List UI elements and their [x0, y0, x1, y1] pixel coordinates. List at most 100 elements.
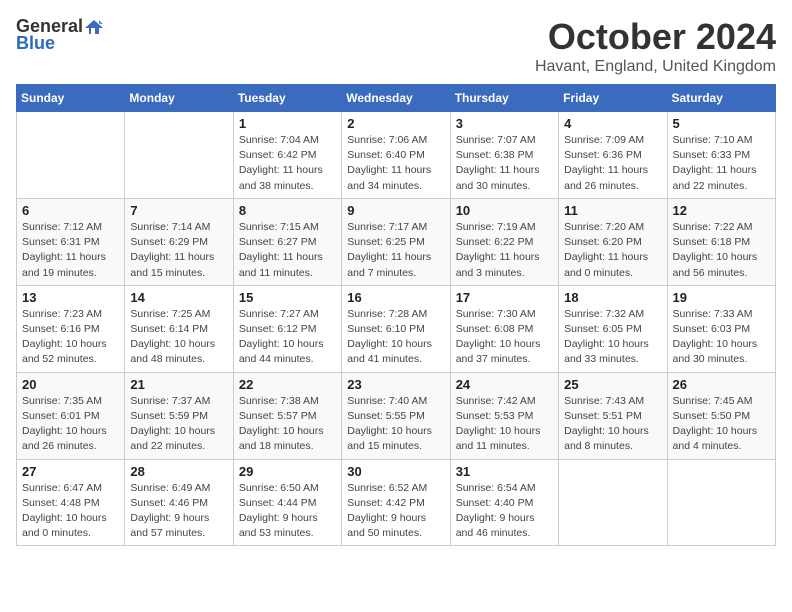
day-info: Sunrise: 7:37 AMSunset: 5:59 PMDaylight:…: [130, 394, 227, 455]
header-saturday: Saturday: [667, 85, 775, 112]
day-number: 21: [130, 377, 227, 392]
day-number: 14: [130, 290, 227, 305]
day-number: 29: [239, 464, 336, 479]
calendar-cell: [559, 459, 667, 546]
day-number: 8: [239, 203, 336, 218]
calendar-cell: 9 Sunrise: 7:17 AMSunset: 6:25 PMDaylight…: [342, 198, 450, 285]
day-info: Sunrise: 7:07 AMSunset: 6:38 PMDaylight:…: [456, 133, 553, 194]
calendar-week-row: 1 Sunrise: 7:04 AMSunset: 6:42 PMDaylight…: [17, 112, 776, 199]
title-area: October 2024 Havant, England, United Kin…: [535, 16, 776, 76]
location-title: Havant, England, United Kingdom: [535, 58, 776, 76]
day-number: 7: [130, 203, 227, 218]
calendar-cell: 7 Sunrise: 7:14 AMSunset: 6:29 PMDaylight…: [125, 198, 233, 285]
day-number: 3: [456, 116, 553, 131]
day-number: 15: [239, 290, 336, 305]
calendar-cell: 17Sunrise: 7:30 AMSunset: 6:08 PMDayligh…: [450, 285, 558, 372]
calendar-cell: 16 Sunrise: 7:28 AMSunset: 6:10 PMDayligh…: [342, 285, 450, 372]
month-title: October 2024: [535, 16, 776, 58]
header: General Blue October 2024 Havant, Englan…: [16, 16, 776, 76]
day-number: 13: [22, 290, 119, 305]
calendar-cell: 6Sunrise: 7:12 AMSunset: 6:31 PMDaylight…: [17, 198, 125, 285]
calendar-cell: 26Sunrise: 7:45 AMSunset: 5:50 PMDayligh…: [667, 372, 775, 459]
day-info: Sunrise: 7:06 AMSunset: 6:40 PMDaylight:…: [347, 133, 444, 194]
calendar-cell: 10 Sunrise: 7:19 AMSunset: 6:22 PMDayligh…: [450, 198, 558, 285]
calendar-cell: 4 Sunrise: 7:09 AMSunset: 6:36 PMDaylight…: [559, 112, 667, 199]
day-number: 25: [564, 377, 661, 392]
day-number: 20: [22, 377, 119, 392]
day-info: Sunrise: 6:50 AMSunset: 4:44 PMDaylight:…: [239, 481, 336, 542]
header-tuesday: Tuesday: [233, 85, 341, 112]
calendar-table: SundayMondayTuesdayWednesdayThursdayFrid…: [16, 84, 776, 546]
day-info: Sunrise: 7:17 AMSunset: 6:25 PMDaylight:…: [347, 220, 444, 281]
calendar-cell: 30 Sunrise: 6:52 AMSunset: 4:42 PMDayligh…: [342, 459, 450, 546]
calendar-cell: 1 Sunrise: 7:04 AMSunset: 6:42 PMDaylight…: [233, 112, 341, 199]
day-number: 11: [564, 203, 661, 218]
day-info: Sunrise: 6:49 AMSunset: 4:46 PMDaylight:…: [130, 481, 227, 542]
calendar-cell: 23 Sunrise: 7:40 AMSunset: 5:55 PMDayligh…: [342, 372, 450, 459]
calendar-cell: 14 Sunrise: 7:25 AMSunset: 6:14 PMDayligh…: [125, 285, 233, 372]
day-number: 9: [347, 203, 444, 218]
day-number: 5: [673, 116, 770, 131]
day-info: Sunrise: 7:28 AMSunset: 6:10 PMDaylight:…: [347, 307, 444, 368]
day-number: 10: [456, 203, 553, 218]
calendar-cell: 11 Sunrise: 7:20 AMSunset: 6:20 PMDayligh…: [559, 198, 667, 285]
day-number: 1: [239, 116, 336, 131]
calendar-week-row: 27Sunrise: 6:47 AMSunset: 4:48 PMDayligh…: [17, 459, 776, 546]
calendar-week-row: 20Sunrise: 7:35 AMSunset: 6:01 PMDayligh…: [17, 372, 776, 459]
day-number: 4: [564, 116, 661, 131]
day-number: 16: [347, 290, 444, 305]
day-info: Sunrise: 7:20 AMSunset: 6:20 PMDaylight:…: [564, 220, 661, 281]
calendar-cell: 28 Sunrise: 6:49 AMSunset: 4:46 PMDayligh…: [125, 459, 233, 546]
calendar-cell: [667, 459, 775, 546]
day-number: 31: [456, 464, 553, 479]
day-info: Sunrise: 7:14 AMSunset: 6:29 PMDaylight:…: [130, 220, 227, 281]
day-number: 18: [564, 290, 661, 305]
day-info: Sunrise: 7:25 AMSunset: 6:14 PMDaylight:…: [130, 307, 227, 368]
calendar-cell: 29 Sunrise: 6:50 AMSunset: 4:44 PMDayligh…: [233, 459, 341, 546]
calendar-week-row: 6Sunrise: 7:12 AMSunset: 6:31 PMDaylight…: [17, 198, 776, 285]
day-info: Sunrise: 7:04 AMSunset: 6:42 PMDaylight:…: [239, 133, 336, 194]
calendar-cell: 2Sunrise: 7:06 AMSunset: 6:40 PMDaylight…: [342, 112, 450, 199]
day-number: 26: [673, 377, 770, 392]
day-info: Sunrise: 7:40 AMSunset: 5:55 PMDaylight:…: [347, 394, 444, 455]
day-number: 28: [130, 464, 227, 479]
header-friday: Friday: [559, 85, 667, 112]
calendar-header-row: SundayMondayTuesdayWednesdayThursdayFrid…: [17, 85, 776, 112]
calendar-cell: 13Sunrise: 7:23 AMSunset: 6:16 PMDayligh…: [17, 285, 125, 372]
day-info: Sunrise: 7:22 AMSunset: 6:18 PMDaylight:…: [673, 220, 770, 281]
header-monday: Monday: [125, 85, 233, 112]
logo: General Blue: [16, 16, 103, 54]
day-info: Sunrise: 7:42 AMSunset: 5:53 PMDaylight:…: [456, 394, 553, 455]
day-info: Sunrise: 7:09 AMSunset: 6:36 PMDaylight:…: [564, 133, 661, 194]
day-number: 27: [22, 464, 119, 479]
calendar-cell: [17, 112, 125, 199]
day-number: 24: [456, 377, 553, 392]
day-info: Sunrise: 7:32 AMSunset: 6:05 PMDaylight:…: [564, 307, 661, 368]
header-wednesday: Wednesday: [342, 85, 450, 112]
calendar-cell: 20Sunrise: 7:35 AMSunset: 6:01 PMDayligh…: [17, 372, 125, 459]
day-info: Sunrise: 7:10 AMSunset: 6:33 PMDaylight:…: [673, 133, 770, 194]
day-info: Sunrise: 7:15 AMSunset: 6:27 PMDaylight:…: [239, 220, 336, 281]
logo-bird-icon: [85, 18, 103, 36]
calendar-cell: [125, 112, 233, 199]
calendar-cell: 12Sunrise: 7:22 AMSunset: 6:18 PMDayligh…: [667, 198, 775, 285]
calendar-cell: 8 Sunrise: 7:15 AMSunset: 6:27 PMDaylight…: [233, 198, 341, 285]
day-info: Sunrise: 6:54 AMSunset: 4:40 PMDaylight:…: [456, 481, 553, 542]
calendar-cell: 21 Sunrise: 7:37 AMSunset: 5:59 PMDayligh…: [125, 372, 233, 459]
calendar-cell: 19Sunrise: 7:33 AMSunset: 6:03 PMDayligh…: [667, 285, 775, 372]
day-info: Sunrise: 7:43 AMSunset: 5:51 PMDaylight:…: [564, 394, 661, 455]
day-number: 22: [239, 377, 336, 392]
calendar-cell: 22 Sunrise: 7:38 AMSunset: 5:57 PMDayligh…: [233, 372, 341, 459]
calendar-cell: 15Sunrise: 7:27 AMSunset: 6:12 PMDayligh…: [233, 285, 341, 372]
day-number: 30: [347, 464, 444, 479]
calendar-cell: 18 Sunrise: 7:32 AMSunset: 6:05 PMDayligh…: [559, 285, 667, 372]
day-number: 6: [22, 203, 119, 218]
day-info: Sunrise: 7:38 AMSunset: 5:57 PMDaylight:…: [239, 394, 336, 455]
calendar-cell: 3 Sunrise: 7:07 AMSunset: 6:38 PMDaylight…: [450, 112, 558, 199]
day-info: Sunrise: 7:19 AMSunset: 6:22 PMDaylight:…: [456, 220, 553, 281]
day-number: 17: [456, 290, 553, 305]
calendar-cell: 25 Sunrise: 7:43 AMSunset: 5:51 PMDayligh…: [559, 372, 667, 459]
calendar-cell: 24 Sunrise: 7:42 AMSunset: 5:53 PMDayligh…: [450, 372, 558, 459]
day-number: 23: [347, 377, 444, 392]
day-info: Sunrise: 6:52 AMSunset: 4:42 PMDaylight:…: [347, 481, 444, 542]
